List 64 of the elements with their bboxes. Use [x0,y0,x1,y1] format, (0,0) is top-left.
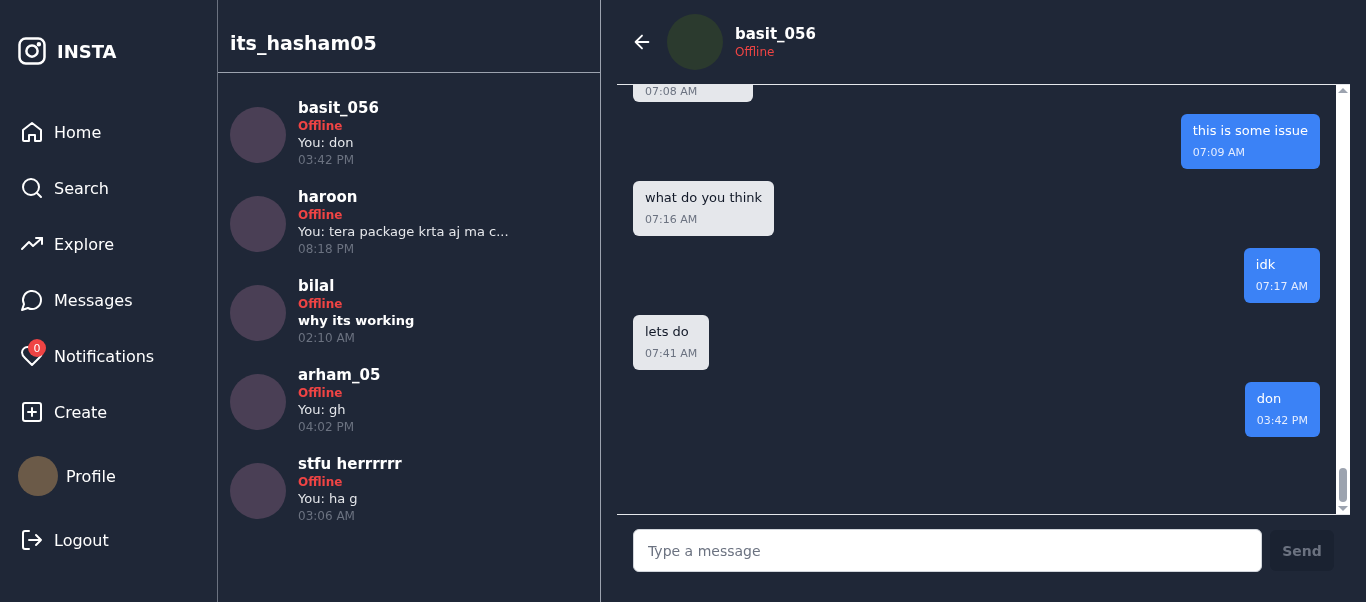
nav-link[interactable]: Logout [17,512,109,568]
message-text: what do you think [645,190,763,205]
account-username: its_hasham05 [218,0,600,73]
message-time: 07:08 AM [645,85,699,98]
status-text: Offline [298,296,344,312]
avatar-placeholder [230,285,286,341]
message-text: don [1256,391,1283,406]
message-preview: You: don [298,134,355,152]
status-text: Offline [298,385,344,401]
message-time: 03:06 AM [298,508,356,524]
search-icon [20,176,44,200]
nav-link[interactable]: 0 Notifications [17,328,155,384]
camera-logo-icon [17,36,47,66]
nav-link[interactable]: Create [17,384,108,440]
message-input[interactable]: Type a message [633,529,1262,572]
avatar-placeholder [230,374,286,430]
contact-name: basit_056 [298,99,379,118]
plus-square-icon [20,400,44,424]
avatar-placeholder [230,196,286,252]
message-time: 07:09 AM [1192,146,1246,159]
conversation-item[interactable]: basit_056 Offline You: don 03:42 PM [218,99,600,168]
scrollbar[interactable] [1336,85,1350,514]
message-time: 07:16 AM [645,213,699,226]
message-preview: You: tera package krta aj ma c... [298,223,509,241]
message-time: 03:42 PM [1256,414,1308,427]
contact-name: arham_05 [298,366,381,385]
message-text: idk [1255,257,1277,272]
message-preview: You: ha g [298,490,359,508]
contact-name: haroon [298,188,359,207]
notification-badge: 0 [28,339,46,357]
nav-link[interactable]: Home [17,104,102,160]
message-text: lets do [645,324,690,339]
message-time: 07:41 AM [645,347,698,360]
contact-name: basit_056 [735,25,816,43]
status-text: Offline [298,474,344,490]
message-time: 04:02 PM [298,419,355,435]
message-time: 03:42 PM [298,152,355,168]
nav-link[interactable]: Messages [17,272,133,328]
status-text: Offline [298,207,344,223]
contact-name: bilal [298,277,336,296]
message-preview: You: gh [298,401,347,419]
avatar-placeholder [230,107,286,163]
message-time: 07:17 AM [1255,280,1308,293]
heart-icon [20,344,44,368]
message-time: 02:10 AM [298,330,356,346]
conversation-item[interactable]: stfu herrrrrr Offline You: ha g 03:06 AM [218,455,600,524]
message-preview: why its working [298,312,415,330]
status-text: Offline [298,118,344,134]
conversation-item[interactable]: bilal Offline why its working 02:10 AM [218,277,600,346]
nav-link[interactable]: Profile [17,440,116,512]
nav-link[interactable]: Explore [17,216,115,272]
contact-name: stfu herrrrrr [298,455,402,474]
status-text: Offline [735,45,776,59]
conversation-item[interactable]: arham_05 Offline You: gh 04:02 PM [218,366,600,435]
message-text: this is some issue [1192,123,1308,138]
home-icon [20,120,44,144]
app-logo-text: INSTA [57,40,117,62]
avatar-placeholder [18,456,58,496]
chat-bubble-icon [20,288,44,312]
nav-link[interactable]: Search [17,160,109,216]
message-time: 08:18 PM [298,241,355,257]
conversation-item[interactable]: haroon Offline You: tera package krta aj ma c... 08:18 PM [218,188,600,257]
logout-icon [20,528,44,552]
avatar-placeholder [230,463,286,519]
